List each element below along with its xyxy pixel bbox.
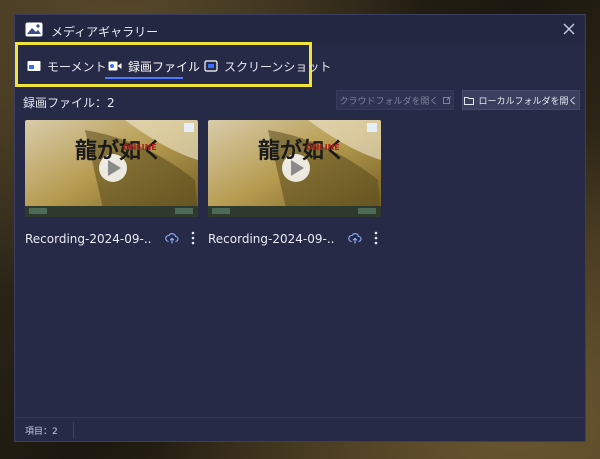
title-bar: メディアギャラリー: [15, 15, 585, 45]
more-options-icon[interactable]: [373, 230, 379, 246]
file-count-label: 録画ファイル：2: [23, 96, 115, 110]
active-tab-indicator: [105, 77, 183, 79]
video-thumbnail[interactable]: 龍が如く ONLINE: [25, 120, 198, 217]
more-options-icon[interactable]: [190, 230, 196, 246]
button-label: ローカルフォルダを開く: [478, 96, 578, 107]
open-cloud-folder-button[interactable]: クラウドフォルダを開く: [336, 90, 454, 110]
video-thumbnail[interactable]: 龍が如く ONLINE: [208, 120, 381, 217]
file-name: Recording-2024-09-...: [208, 232, 334, 246]
window-title: メディアギャラリー: [51, 25, 159, 39]
screenshot-icon: [204, 60, 218, 72]
media-gallery-window: メディアギャラリー モーメント 録画ファイル スクリーンショット 録画ファイル：…: [14, 14, 586, 442]
tab-label: 録画ファイル: [128, 59, 201, 74]
tab-recording[interactable]: 録画ファイル: [108, 56, 200, 76]
tab-label: モーメント: [47, 59, 107, 74]
external-link-icon: [442, 96, 451, 104]
close-icon[interactable]: [561, 21, 577, 37]
status-divider: [73, 422, 74, 438]
open-local-folder-button[interactable]: ローカルフォルダを開く: [462, 90, 580, 110]
thumbnail-subtitle: ONLINE: [306, 143, 340, 152]
tab-screenshot[interactable]: スクリーンショット: [204, 56, 331, 76]
cloud-upload-icon[interactable]: [165, 231, 179, 245]
gallery-icon: [25, 22, 43, 37]
item-count: 項目：2: [25, 427, 58, 437]
cloud-upload-icon[interactable]: [348, 231, 362, 245]
thumbnail-subtitle: ONLINE: [123, 143, 157, 152]
folder-icon: [464, 96, 475, 105]
tab-label: スクリーンショット: [224, 59, 332, 74]
status-bar: 項目：2: [15, 417, 585, 441]
video-icon: [108, 61, 122, 71]
moment-icon: [27, 61, 41, 71]
file-name: Recording-2024-09-...: [25, 232, 151, 246]
tab-moment[interactable]: モーメント: [27, 56, 107, 76]
button-label: クラウドフォルダを開く: [339, 96, 439, 107]
